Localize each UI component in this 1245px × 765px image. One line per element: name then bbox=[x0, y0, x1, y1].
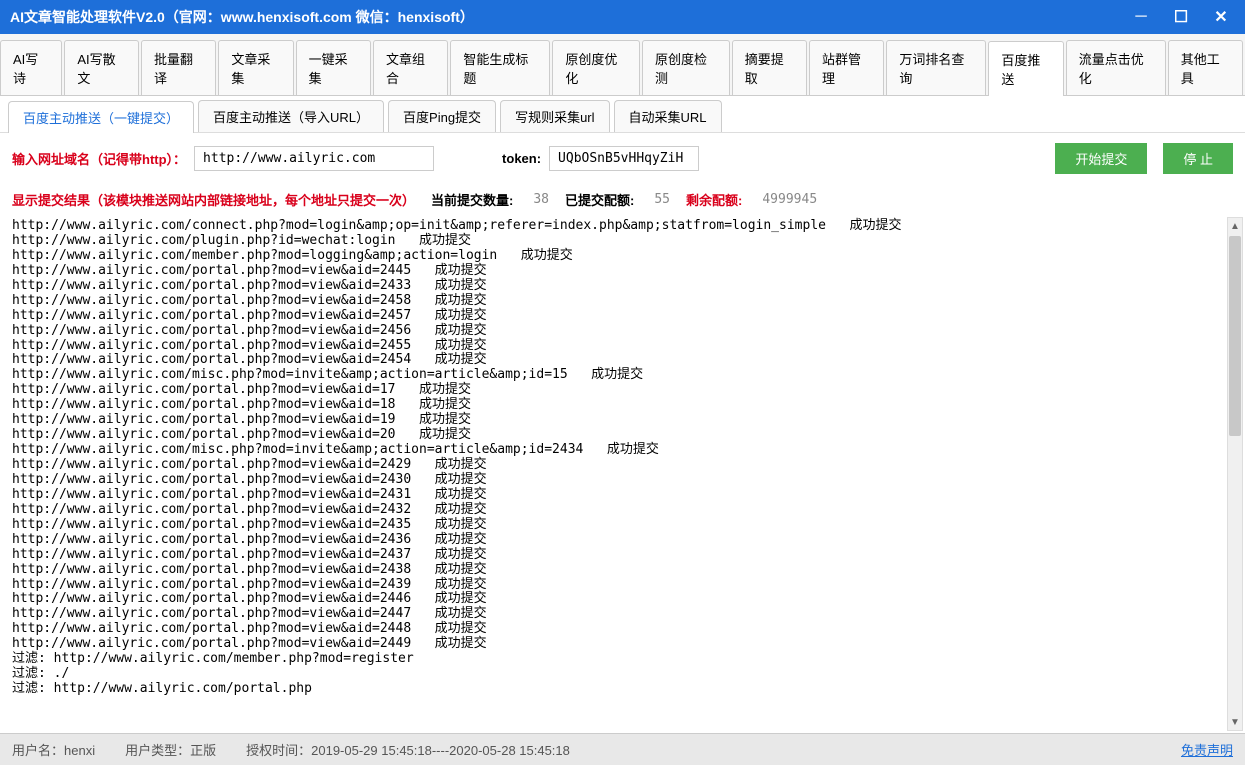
main-tab-3[interactable]: 文章采集 bbox=[218, 40, 293, 95]
remain-value: 4999945 bbox=[762, 192, 817, 207]
log-line: http://www.ailyric.com/connect.php?mod=l… bbox=[12, 219, 1233, 234]
main-tab-5[interactable]: 文章组合 bbox=[373, 40, 448, 95]
log-line: http://www.ailyric.com/portal.php?mod=vi… bbox=[12, 309, 1233, 324]
log-line: http://www.ailyric.com/portal.php?mod=vi… bbox=[12, 398, 1233, 413]
log-line: http://www.ailyric.com/portal.php?mod=vi… bbox=[12, 488, 1233, 503]
sub-tab-4[interactable]: 自动采集URL bbox=[614, 100, 722, 132]
close-icon[interactable]: ✕ bbox=[1207, 7, 1235, 27]
log-line: http://www.ailyric.com/portal.php?mod=vi… bbox=[12, 473, 1233, 488]
sub-tab-2[interactable]: 百度Ping提交 bbox=[388, 100, 496, 132]
log-area[interactable]: http://www.ailyric.com/connect.php?mod=l… bbox=[0, 215, 1245, 733]
main-tab-2[interactable]: 批量翻译 bbox=[141, 40, 216, 95]
titlebar[interactable]: AI文章智能处理软件V2.0（官网：www.henxisoft.com 微信：h… bbox=[0, 0, 1245, 34]
main-tab-1[interactable]: AI写散文 bbox=[64, 40, 139, 95]
submitted-label: 已提交配额: bbox=[565, 190, 634, 209]
disclaimer-link[interactable]: 免责声明 bbox=[1181, 740, 1233, 759]
scroll-down-icon[interactable]: ▼ bbox=[1228, 714, 1242, 730]
start-button[interactable]: 开始提交 bbox=[1055, 143, 1147, 174]
log-line: 过滤: http://www.ailyric.com/member.php?mo… bbox=[12, 652, 1233, 667]
log-line: http://www.ailyric.com/portal.php?mod=vi… bbox=[12, 428, 1233, 443]
main-tab-8[interactable]: 原创度检测 bbox=[642, 40, 730, 95]
log-line: http://www.ailyric.com/portal.php?mod=vi… bbox=[12, 622, 1233, 637]
log-line: 过滤: ./ bbox=[12, 667, 1233, 682]
log-line: http://www.ailyric.com/portal.php?mod=vi… bbox=[12, 413, 1233, 428]
log-line: 过滤: http://www.ailyric.com/portal.php bbox=[12, 682, 1233, 697]
current-count-value: 38 bbox=[533, 192, 549, 207]
minimize-icon[interactable]: ─ bbox=[1127, 7, 1155, 27]
main-tab-0[interactable]: AI写诗 bbox=[0, 40, 62, 95]
log-line: http://www.ailyric.com/portal.php?mod=vi… bbox=[12, 637, 1233, 652]
sub-tabs: 百度主动推送（一键提交）百度主动推送（导入URL）百度Ping提交写规则采集ur… bbox=[0, 96, 1245, 133]
url-label: 输入网址域名（记得带http）： bbox=[12, 149, 186, 168]
log-line: http://www.ailyric.com/portal.php?mod=vi… bbox=[12, 458, 1233, 473]
token-label: token: bbox=[502, 151, 541, 166]
scroll-up-icon[interactable]: ▲ bbox=[1228, 218, 1242, 234]
log-line: http://www.ailyric.com/misc.php?mod=invi… bbox=[12, 443, 1233, 458]
sub-tab-1[interactable]: 百度主动推送（导入URL） bbox=[198, 100, 384, 132]
url-input[interactable] bbox=[194, 146, 434, 171]
main-tab-10[interactable]: 站群管理 bbox=[809, 40, 884, 95]
sub-tab-3[interactable]: 写规则采集url bbox=[500, 100, 609, 132]
window-controls: ─ ☐ ✕ bbox=[1127, 7, 1235, 27]
main-tab-9[interactable]: 摘要提取 bbox=[732, 40, 807, 95]
maximize-icon[interactable]: ☐ bbox=[1167, 7, 1195, 27]
log-line: http://www.ailyric.com/portal.php?mod=vi… bbox=[12, 324, 1233, 339]
scrollbar[interactable]: ▲ ▼ bbox=[1227, 217, 1243, 731]
remain-label: 剩余配额: bbox=[686, 190, 742, 209]
log-line: http://www.ailyric.com/member.php?mod=lo… bbox=[12, 249, 1233, 264]
log-line: http://www.ailyric.com/portal.php?mod=vi… bbox=[12, 294, 1233, 309]
main-tab-11[interactable]: 万词排名查询 bbox=[886, 40, 986, 95]
main-tab-6[interactable]: 智能生成标题 bbox=[450, 40, 550, 95]
status-row: 显示提交结果（该模块推送网站内部链接地址，每个地址只提交一次） 当前提交数量: … bbox=[0, 184, 1245, 215]
window-title: AI文章智能处理软件V2.0（官网：www.henxisoft.com 微信：h… bbox=[10, 7, 1127, 27]
token-input[interactable] bbox=[549, 146, 699, 171]
sub-tab-0[interactable]: 百度主动推送（一键提交） bbox=[8, 101, 194, 133]
log-line: http://www.ailyric.com/portal.php?mod=vi… bbox=[12, 503, 1233, 518]
scroll-thumb[interactable] bbox=[1229, 236, 1241, 436]
main-tab-14[interactable]: 其他工具 bbox=[1168, 40, 1243, 95]
log-line: http://www.ailyric.com/portal.php?mod=vi… bbox=[12, 563, 1233, 578]
log-line: http://www.ailyric.com/plugin.php?id=wec… bbox=[12, 234, 1233, 249]
log-line: http://www.ailyric.com/portal.php?mod=vi… bbox=[12, 518, 1233, 533]
main-tabs: AI写诗AI写散文批量翻译文章采集一键采集文章组合智能生成标题原创度优化原创度检… bbox=[0, 34, 1245, 96]
main-tab-4[interactable]: 一键采集 bbox=[296, 40, 371, 95]
log-line: http://www.ailyric.com/portal.php?mod=vi… bbox=[12, 279, 1233, 294]
stop-button[interactable]: 停 止 bbox=[1163, 143, 1233, 174]
log-container: http://www.ailyric.com/connect.php?mod=l… bbox=[0, 215, 1245, 733]
main-tab-7[interactable]: 原创度优化 bbox=[552, 40, 640, 95]
footer-type: 用户类型：正版 bbox=[125, 740, 216, 759]
footer-auth: 授权时间：2019-05-29 15:45:18----2020-05-28 1… bbox=[246, 740, 570, 759]
submitted-value: 55 bbox=[654, 192, 670, 207]
app-window: AI文章智能处理软件V2.0（官网：www.henxisoft.com 微信：h… bbox=[0, 0, 1245, 765]
log-line: http://www.ailyric.com/portal.php?mod=vi… bbox=[12, 533, 1233, 548]
footer-user: 用户名：henxi bbox=[12, 740, 95, 759]
log-line: http://www.ailyric.com/portal.php?mod=vi… bbox=[12, 383, 1233, 398]
main-tab-12[interactable]: 百度推送 bbox=[988, 41, 1063, 96]
log-line: http://www.ailyric.com/portal.php?mod=vi… bbox=[12, 548, 1233, 563]
log-line: http://www.ailyric.com/portal.php?mod=vi… bbox=[12, 264, 1233, 279]
result-label: 显示提交结果（该模块推送网站内部链接地址，每个地址只提交一次） bbox=[12, 190, 415, 209]
main-tab-13[interactable]: 流量点击优化 bbox=[1066, 40, 1166, 95]
current-count-label: 当前提交数量: bbox=[431, 190, 513, 209]
footer: 用户名：henxi 用户类型：正版 授权时间：2019-05-29 15:45:… bbox=[0, 733, 1245, 765]
controls-row: 输入网址域名（记得带http）： token: 开始提交 停 止 bbox=[0, 133, 1245, 184]
